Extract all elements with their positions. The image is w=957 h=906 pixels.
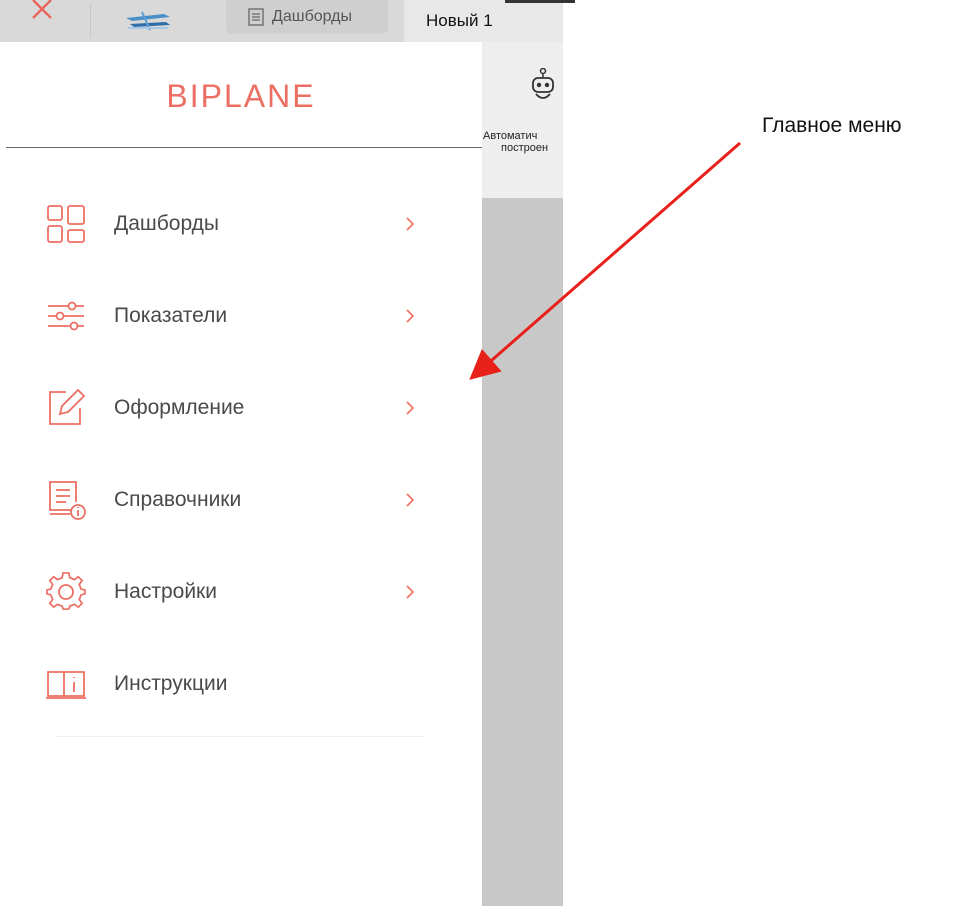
menu-item-instructions[interactable]: Инструкции [0, 638, 482, 730]
biplane-logo-icon[interactable] [124, 8, 172, 34]
menu-item-label: Настройки [114, 580, 217, 603]
tab-dashboards-label: Дашборды [272, 8, 352, 25]
auto-build-line2: построен [501, 142, 549, 154]
dashboard-grid-icon [47, 205, 85, 243]
chevron-right-icon [406, 401, 415, 415]
main-menu-sidebar: BIPLANE Дашборды Показатели Оформление С… [0, 42, 482, 906]
menu-item-dashboards[interactable]: Дашборды [0, 178, 482, 270]
menu-item-references[interactable]: Справочники [0, 454, 482, 546]
brand-divider [6, 147, 482, 148]
workspace-gray-panel [482, 198, 563, 906]
menu-item-label: Инструкции [114, 672, 228, 695]
brand-title: BIPLANE [166, 78, 316, 114]
tab-new-label: Новый 1 [426, 11, 493, 30]
auto-build-button[interactable]: Автоматич построен [483, 130, 563, 154]
topbar-divider [90, 4, 91, 38]
chevron-right-icon [406, 309, 415, 323]
edit-square-icon [49, 388, 86, 425]
open-book-info-icon [46, 671, 86, 699]
menu-item-label: Дашборды [114, 212, 219, 235]
menu-item-settings[interactable]: Настройки [0, 546, 482, 638]
robot-icon[interactable] [531, 68, 559, 104]
toolbar-strip [482, 42, 563, 199]
top-edge-line [505, 0, 575, 3]
tab-dashboards[interactable]: Дашборды [226, 0, 388, 34]
sliders-icon [48, 301, 84, 331]
menu-item-label: Показатели [114, 304, 228, 327]
menu-bottom-divider [56, 736, 424, 737]
menu-item-design[interactable]: Оформление [0, 362, 482, 454]
menu-item-indicators[interactable]: Показатели [0, 270, 482, 362]
close-icon[interactable] [30, 0, 54, 24]
menu-item-label: Оформление [114, 396, 245, 419]
reference-book-icon [49, 481, 86, 520]
gear-icon [46, 572, 86, 610]
main-menu: Дашборды Показатели Оформление Справочни… [0, 178, 482, 730]
chevron-right-icon [406, 585, 415, 599]
auto-build-line1: Автоматич [483, 130, 538, 142]
top-bar: Дашборды Новый 1 [0, 0, 563, 42]
annotation-label: Главное меню [762, 114, 902, 137]
document-list-icon [248, 8, 264, 26]
menu-item-label: Справочники [114, 488, 242, 511]
chevron-right-icon [406, 493, 415, 507]
tab-new-1[interactable]: Новый 1 [404, 0, 563, 42]
chevron-right-icon [406, 217, 415, 231]
